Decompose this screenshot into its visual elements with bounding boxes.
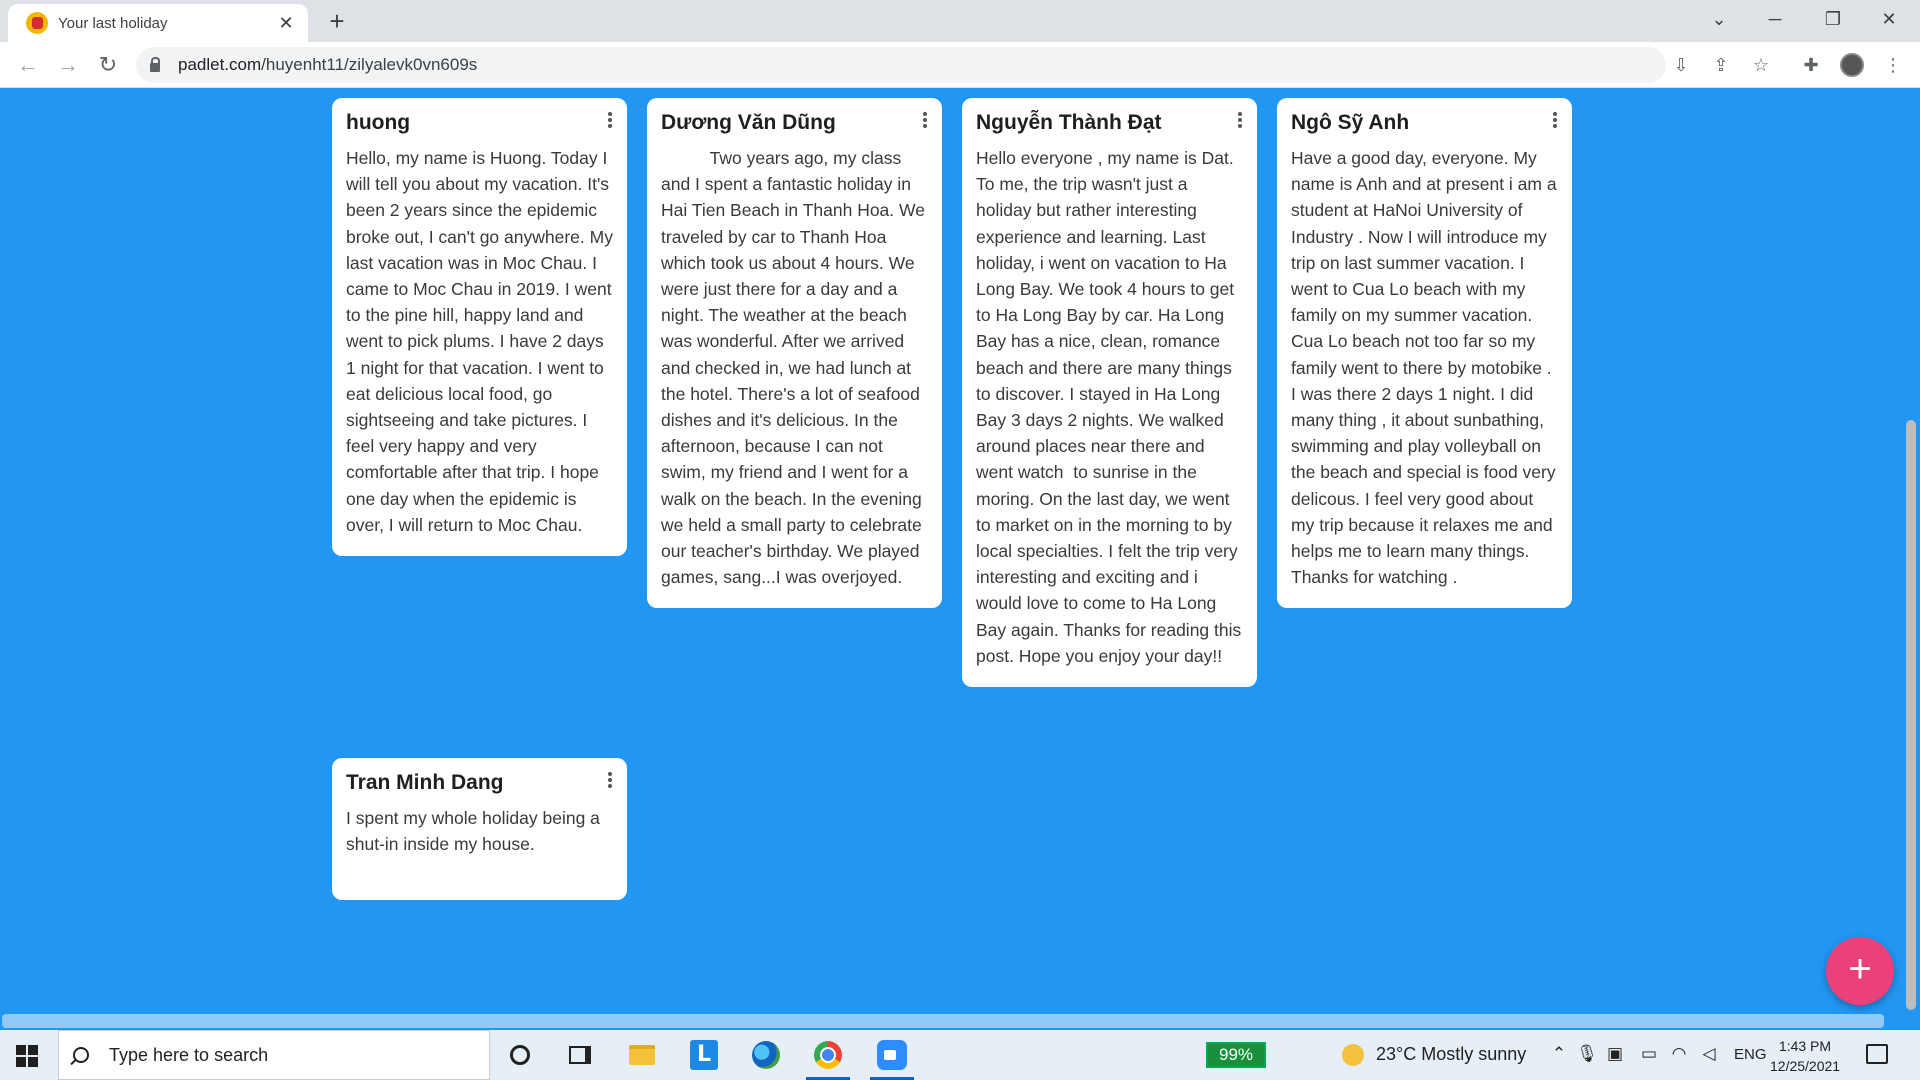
browser-tab-active[interactable]: Your last holiday ✕ (8, 4, 308, 42)
minimize-window-icon[interactable]: ─ (1752, 4, 1798, 34)
back-arrow-icon[interactable]: ← (14, 51, 42, 79)
microphone-icon[interactable]: 🎙 (1576, 1044, 1598, 1064)
install-app-icon[interactable]: ⇩ (1668, 52, 1694, 78)
show-hidden-icons-chevron-icon[interactable]: ⌃ (1548, 1044, 1570, 1064)
windows-taskbar: Type here to search L 99% 23°C Mostly su… (0, 1030, 1920, 1080)
weather-sunny-icon[interactable] (1342, 1044, 1364, 1066)
battery-icon[interactable]: ▭ (1638, 1044, 1660, 1064)
camera-icon[interactable]: ▣ (1604, 1044, 1626, 1064)
zoom-app-icon[interactable] (866, 1035, 918, 1080)
post-title: huong (346, 111, 411, 134)
l-app-icon[interactable]: L (678, 1035, 730, 1075)
extensions-puzzle-icon[interactable]: ✚ (1798, 52, 1824, 78)
address-bar[interactable]: padlet.com/huyenht11/zilyalevk0vn609s (136, 47, 1666, 83)
battery-percentage: 99% (1206, 1042, 1266, 1068)
bookmark-star-icon[interactable]: ☆ (1748, 52, 1774, 78)
forward-arrow-icon[interactable]: → (54, 51, 82, 79)
post-title: Tran Minh Dang (346, 771, 504, 794)
weather-text[interactable]: 23°C Mostly sunny (1376, 1044, 1526, 1065)
input-language[interactable]: ENG (1734, 1046, 1767, 1063)
reload-icon[interactable]: ↻ (94, 51, 122, 79)
post-card[interactable]: Dương Văn Dũng Two years ago, my class a… (647, 98, 942, 609)
notifications-icon[interactable] (1866, 1044, 1888, 1064)
post-card[interactable]: huong Hello, my name is Huong. Today I w… (332, 98, 627, 557)
task-view-icon[interactable] (554, 1035, 606, 1075)
url-text[interactable]: padlet.com/huyenht11/zilyalevk0vn609s (178, 55, 477, 75)
cortana-icon[interactable] (494, 1035, 546, 1075)
url-path: /huyenht11/zilyalevk0vn609s (261, 55, 478, 74)
post-menu-icon[interactable] (603, 770, 617, 790)
horizontal-scrollbar[interactable] (2, 1014, 1884, 1028)
padlet-board: huong Hello, my name is Huong. Today I w… (0, 88, 1920, 1030)
browser-toolbar: ← → ↻ padlet.com/huyenht11/zilyalevk0vn6… (0, 42, 1920, 88)
tab-title: Your last holiday (58, 14, 168, 32)
post-card[interactable]: Ngô Sỹ Anh Have a good day, everyone. My… (1277, 98, 1572, 609)
windows-start-icon[interactable] (16, 1045, 38, 1067)
post-card[interactable]: Nguyễn Thành Đạt Hello everyone , my nam… (962, 98, 1257, 688)
wifi-icon[interactable]: ◠ (1668, 1044, 1690, 1064)
system-clock[interactable]: 1:43 PM 12/25/2021 (1770, 1036, 1840, 1076)
vertical-scrollbar[interactable] (1906, 420, 1916, 1010)
add-post-button[interactable]: + (1826, 937, 1894, 1005)
clock-time: 1:43 PM (1778, 1038, 1832, 1054)
post-body: Have a good day, everyone. My name is An… (1291, 148, 1562, 588)
post-body: Hello, my name is Huong. Today I will te… (346, 148, 618, 535)
lock-icon[interactable] (150, 56, 160, 72)
share-icon[interactable]: ⇪ (1708, 52, 1734, 78)
volume-icon[interactable]: ◁ (1698, 1044, 1720, 1064)
browser-tabstrip: Your last holiday ✕ + ⌄ ─ ❐ ✕ (0, 0, 1920, 42)
post-menu-icon[interactable] (1233, 110, 1247, 130)
post-menu-icon[interactable] (603, 110, 617, 130)
post-menu-icon[interactable] (918, 110, 932, 130)
search-placeholder: Type here to search (109, 1044, 269, 1065)
post-title: Ngô Sỹ Anh (1291, 111, 1410, 134)
post-card[interactable]: Tran Minh Dang I spent my whole holiday … (332, 758, 627, 900)
post-body: Two years ago, my class and I spent a fa… (661, 148, 930, 588)
tab-search-chevron-icon[interactable]: ⌄ (1696, 4, 1742, 34)
post-title: Nguyễn Thành Đạt (976, 111, 1162, 134)
clock-date: 12/25/2021 (1770, 1058, 1841, 1074)
browser-menu-icon[interactable]: ⋮ (1880, 52, 1906, 78)
file-explorer-icon[interactable] (616, 1035, 668, 1075)
post-body: I spent my whole holiday being a shut-in… (346, 808, 605, 855)
profile-avatar-icon[interactable] (1840, 53, 1864, 77)
padlet-favicon-icon (26, 12, 48, 34)
restore-window-icon[interactable]: ❐ (1810, 4, 1856, 34)
search-icon (73, 1047, 89, 1063)
close-window-icon[interactable]: ✕ (1866, 4, 1912, 34)
taskbar-search-box[interactable]: Type here to search (58, 1030, 490, 1080)
chrome-browser-icon[interactable] (802, 1035, 854, 1080)
post-menu-icon[interactable] (1548, 110, 1562, 130)
tab-close-icon[interactable]: ✕ (276, 13, 296, 34)
url-host: padlet.com (178, 55, 262, 74)
post-title: Dương Văn Dũng (661, 111, 836, 134)
new-tab-icon[interactable]: + (322, 6, 352, 36)
post-body: Hello everyone , my name is Dat. To me, … (976, 148, 1247, 666)
edge-browser-icon[interactable] (740, 1035, 792, 1075)
